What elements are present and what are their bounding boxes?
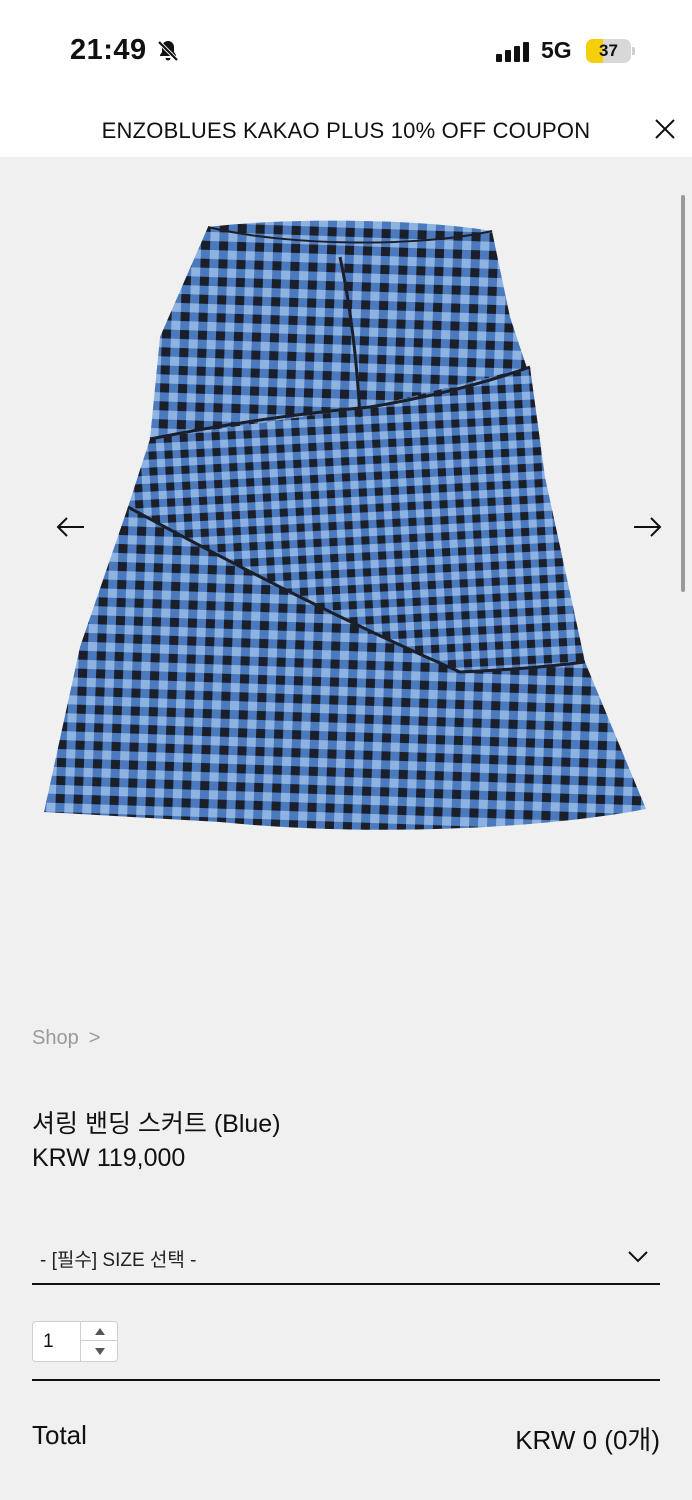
coupon-banner[interactable]: ENZOBLUES KAKAO PLUS 10% OFF COUPON (0, 104, 692, 157)
close-icon[interactable] (652, 116, 678, 142)
product-gallery[interactable] (0, 157, 692, 997)
quantity-decrease-button[interactable] (81, 1342, 118, 1361)
coupon-banner-text[interactable]: ENZOBLUES KAKAO PLUS 10% OFF COUPON (0, 118, 692, 144)
battery-icon: 37 (586, 39, 631, 63)
quantity-stepper (32, 1321, 118, 1362)
total-value: KRW 0 (0개) (515, 1425, 660, 1455)
skirt-image (44, 220, 646, 830)
breadcrumb-shop-link[interactable]: Shop (32, 1027, 79, 1049)
coupon-banner-label: ENZOBLUES KAKAO PLUS 10% OFF COUPON (101, 118, 591, 143)
divider (32, 1379, 660, 1381)
breadcrumb-separator: > (88, 1027, 101, 1049)
status-time: 21:49 (70, 34, 147, 66)
caret-down-icon (94, 1348, 105, 1355)
gallery-scrollbar[interactable] (681, 195, 685, 592)
arrow-left-icon[interactable] (54, 512, 88, 542)
quantity-input[interactable] (33, 1322, 81, 1361)
caret-up-icon (94, 1327, 105, 1335)
size-select-value: - [필수] SIZE 선택 - (40, 1250, 197, 1271)
size-select[interactable]: - [필수] SIZE 선택 - (32, 1232, 660, 1285)
network-type: 5G (541, 37, 572, 63)
arrow-right-icon[interactable] (630, 512, 664, 542)
breadcrumb: Shop > (32, 1027, 100, 1050)
cellular-signal-icon (496, 42, 529, 62)
total-label: Total (32, 1420, 87, 1450)
bell-muted-icon (157, 40, 179, 62)
battery-nub (632, 47, 635, 55)
chevron-down-icon (628, 1251, 648, 1263)
quantity-increase-button[interactable] (81, 1322, 118, 1341)
product-name: 셔링 밴딩 스커트 (Blue) (32, 1110, 281, 1138)
product-price: KRW 119,000 (32, 1144, 186, 1172)
battery-level: 37 (599, 41, 618, 60)
status-bar: 21:49 5G 37 (0, 0, 692, 104)
